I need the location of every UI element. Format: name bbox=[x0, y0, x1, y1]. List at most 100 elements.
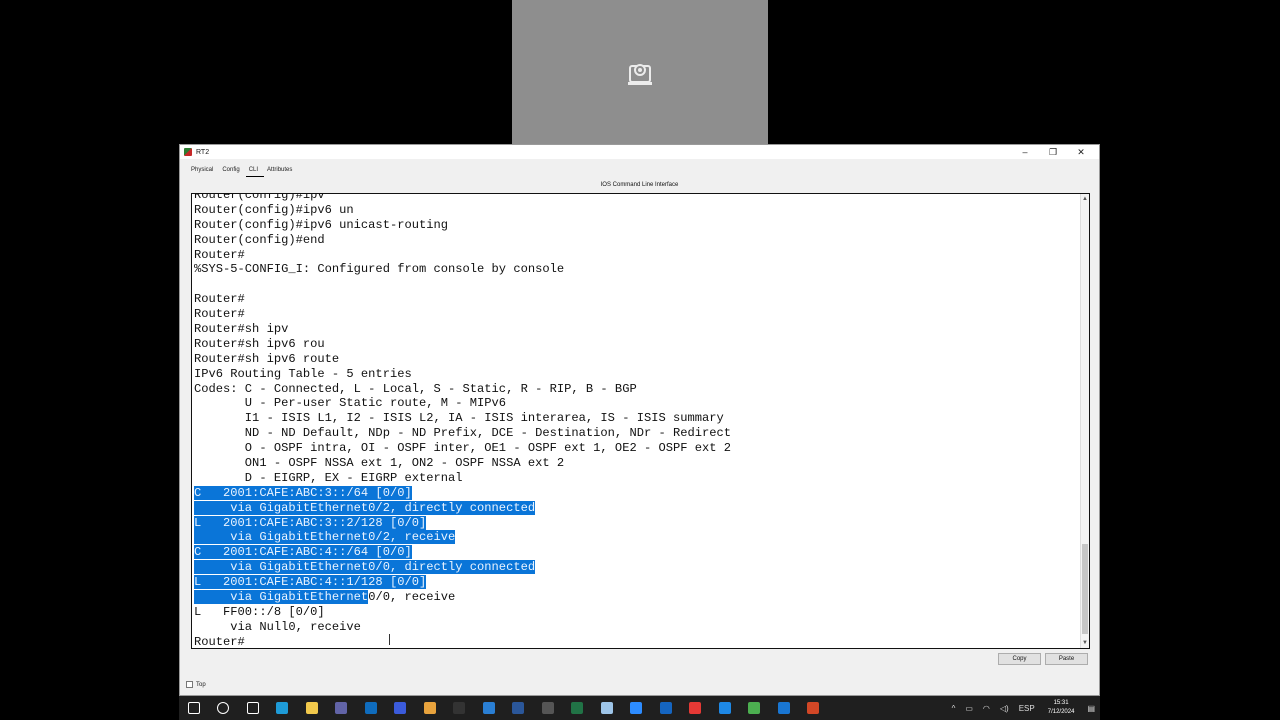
terminal-line: L 2001:CAFE:ABC:4::1/128 [0/0] bbox=[194, 575, 731, 590]
notes-icon[interactable] bbox=[592, 696, 622, 720]
taskbar-icons bbox=[179, 696, 828, 720]
terminal-line: Router#sh ipv6 route bbox=[194, 351, 340, 366]
cli-caption: IOS Command Line Interface bbox=[600, 182, 679, 188]
window-title: RT2 bbox=[196, 148, 210, 156]
tab-bar: Physical Config CLI Attributes bbox=[180, 159, 1099, 177]
top-option: Top bbox=[186, 681, 206, 688]
terminal-line: via GigabitEthernet0/2, receive bbox=[194, 530, 731, 545]
webcam-icon bbox=[628, 64, 652, 85]
terminal-line: C 2001:CAFE:ABC:3::/64 [0/0] bbox=[194, 485, 731, 501]
battery-icon[interactable]: ▭ bbox=[965, 704, 973, 713]
close-button[interactable]: ✕ bbox=[1067, 145, 1095, 159]
top-label: Top bbox=[196, 681, 206, 688]
top-checkbox[interactable] bbox=[186, 681, 193, 688]
terminal-line: U - Per-user Static route, M - MIPv6 bbox=[194, 396, 507, 411]
packet-tracer-icon[interactable] bbox=[740, 696, 770, 720]
selected-text: L 2001:CAFE:ABC:3::2/128 [0/0] bbox=[194, 515, 427, 530]
tab-config[interactable]: Config bbox=[219, 167, 245, 177]
chevron-up-icon[interactable]: ^ bbox=[952, 704, 956, 713]
excel-icon[interactable] bbox=[563, 696, 593, 720]
shield-icon[interactable] bbox=[651, 696, 681, 720]
tab-physical[interactable]: Physical bbox=[188, 167, 219, 177]
terminal-scrollbar[interactable]: ▲ ▼ bbox=[1080, 194, 1089, 648]
clock[interactable]: 15:31 7/12/2024 bbox=[1048, 699, 1075, 717]
cli-terminal[interactable]: Router(config)#ipv Router(config)#ipv6 un… bbox=[191, 193, 1090, 649]
app-w-icon[interactable] bbox=[769, 696, 799, 720]
terminal-line: Router#sh ipv6 rou bbox=[194, 336, 325, 351]
terminal-line: Router# bbox=[194, 307, 245, 322]
terminal-line: Router(config)#end bbox=[194, 232, 325, 247]
camera-placeholder bbox=[512, 0, 768, 144]
text-cursor-icon bbox=[389, 634, 390, 645]
scroll-up-icon[interactable]: ▲ bbox=[1082, 196, 1088, 202]
terminal-line: ND - ND Default, NDp - ND Prefix, DCE - … bbox=[194, 426, 732, 441]
powerpoint-icon[interactable] bbox=[799, 696, 829, 720]
wifi-icon[interactable]: ◠ bbox=[983, 704, 990, 713]
windows-start-icon[interactable] bbox=[179, 696, 209, 720]
minimize-button[interactable]: – bbox=[1011, 145, 1039, 159]
terminal-line: via GigabitEthernet0/2, directly connect… bbox=[194, 500, 731, 516]
app-s2-icon[interactable] bbox=[710, 696, 740, 720]
search-icon[interactable] bbox=[209, 696, 239, 720]
teams-icon[interactable] bbox=[327, 696, 357, 720]
window-controls: – ❐ ✕ bbox=[1011, 145, 1095, 159]
terminal-line: via GigabitEthernet0/0, directly connect… bbox=[194, 560, 731, 575]
clock-time: 15:31 bbox=[1053, 700, 1069, 706]
terminal-line: D - EIGRP, EX - EIGRP external bbox=[194, 470, 463, 485]
terminal-line: Router# bbox=[194, 247, 245, 262]
word-icon[interactable] bbox=[504, 696, 534, 720]
terminal-line: Router# bbox=[194, 634, 245, 649]
copy-button[interactable]: Copy bbox=[998, 653, 1041, 665]
clock-date: 7/12/2024 bbox=[1047, 709, 1075, 715]
zoom-icon[interactable] bbox=[622, 696, 652, 720]
maximize-button[interactable]: ❐ bbox=[1039, 145, 1067, 159]
terminal-line: Router# bbox=[194, 292, 245, 307]
selected-text: C 2001:CAFE:ABC:3::/64 [0/0] bbox=[194, 485, 412, 500]
selected-text: via GigabitEthernet bbox=[194, 590, 369, 605]
terminal-line: L 2001:CAFE:ABC:3::2/128 [0/0] bbox=[194, 515, 731, 531]
tab-cli[interactable]: CLI bbox=[245, 167, 265, 177]
language-indicator[interactable]: ESP bbox=[1019, 704, 1035, 713]
paste-button[interactable]: Paste bbox=[1045, 653, 1088, 665]
terminal-line: via GigabitEthernet0/0, receive bbox=[194, 590, 731, 605]
outlook-icon[interactable] bbox=[356, 696, 386, 720]
selected-text: via GigabitEthernet0/2, directly connect… bbox=[194, 500, 536, 515]
taskbar: ^ ▭ ◠ ◁) ESP 15:31 7/12/2024 ▤ bbox=[179, 696, 1100, 720]
chrome-icon[interactable] bbox=[415, 696, 445, 720]
notification-icon[interactable]: ▤ bbox=[1087, 704, 1095, 713]
app-icon[interactable] bbox=[386, 696, 416, 720]
terminal-line: %SYS-5-CONFIG_I: Configured from console… bbox=[194, 262, 565, 277]
terminal-line: Router#sh ipv bbox=[194, 322, 289, 337]
terminal-line: Codes: C - Connected, L - Local, S - Sta… bbox=[194, 381, 637, 396]
terminal-icon[interactable] bbox=[445, 696, 475, 720]
unselected-text: 0/0, receive bbox=[368, 590, 456, 605]
file-explorer-icon[interactable] bbox=[297, 696, 327, 720]
terminal-line: O - OSPF intra, OI - OSPF inter, OE1 - O… bbox=[194, 441, 732, 456]
tab-attributes[interactable]: Attributes bbox=[264, 167, 298, 177]
packet-tracer-icon bbox=[184, 148, 192, 156]
terminal-line: Router(config)#ipv6 un bbox=[194, 202, 354, 217]
system-tray: ^ ▭ ◠ ◁) ESP 15:31 7/12/2024 ▤ bbox=[947, 696, 1100, 720]
scroll-down-icon[interactable]: ▼ bbox=[1082, 640, 1088, 646]
scroll-thumb[interactable] bbox=[1082, 544, 1088, 634]
terminal-line: I1 - ISIS L1, I2 - ISIS L2, IA - ISIS in… bbox=[194, 411, 724, 426]
terminal-line: L FF00::/8 [0/0] bbox=[194, 604, 325, 619]
terminal-line: Router(config)#ipv6 unicast-routing bbox=[194, 217, 449, 232]
router-window: RT2 – ❐ ✕ Physical Config CLI Attributes… bbox=[179, 144, 1100, 696]
selected-text: L 2001:CAFE:ABC:4::1/128 [0/0] bbox=[194, 575, 427, 590]
terminal-line: Router(config)#ipv bbox=[194, 193, 325, 202]
edge-icon[interactable] bbox=[268, 696, 298, 720]
volume-icon[interactable]: ◁) bbox=[1000, 704, 1009, 713]
mail-icon[interactable] bbox=[474, 696, 504, 720]
app-s-icon[interactable] bbox=[681, 696, 711, 720]
calculator-icon[interactable] bbox=[533, 696, 563, 720]
terminal-line: IPv6 Routing Table - 5 entries bbox=[194, 366, 412, 381]
selected-text: C 2001:CAFE:ABC:4::/64 [0/0] bbox=[194, 545, 412, 560]
terminal-output: Router(config)#ipv Router(config)#ipv6 un… bbox=[194, 193, 732, 649]
selected-text: via GigabitEthernet0/2, receive bbox=[194, 530, 456, 545]
task-view-icon[interactable] bbox=[238, 696, 268, 720]
terminal-line: ON1 - OSPF NSSA ext 1, ON2 - OSPF NSSA e… bbox=[194, 456, 565, 471]
selected-text: via GigabitEthernet0/0, directly connect… bbox=[194, 560, 536, 575]
title-bar: RT2 – ❐ ✕ bbox=[180, 145, 1099, 159]
